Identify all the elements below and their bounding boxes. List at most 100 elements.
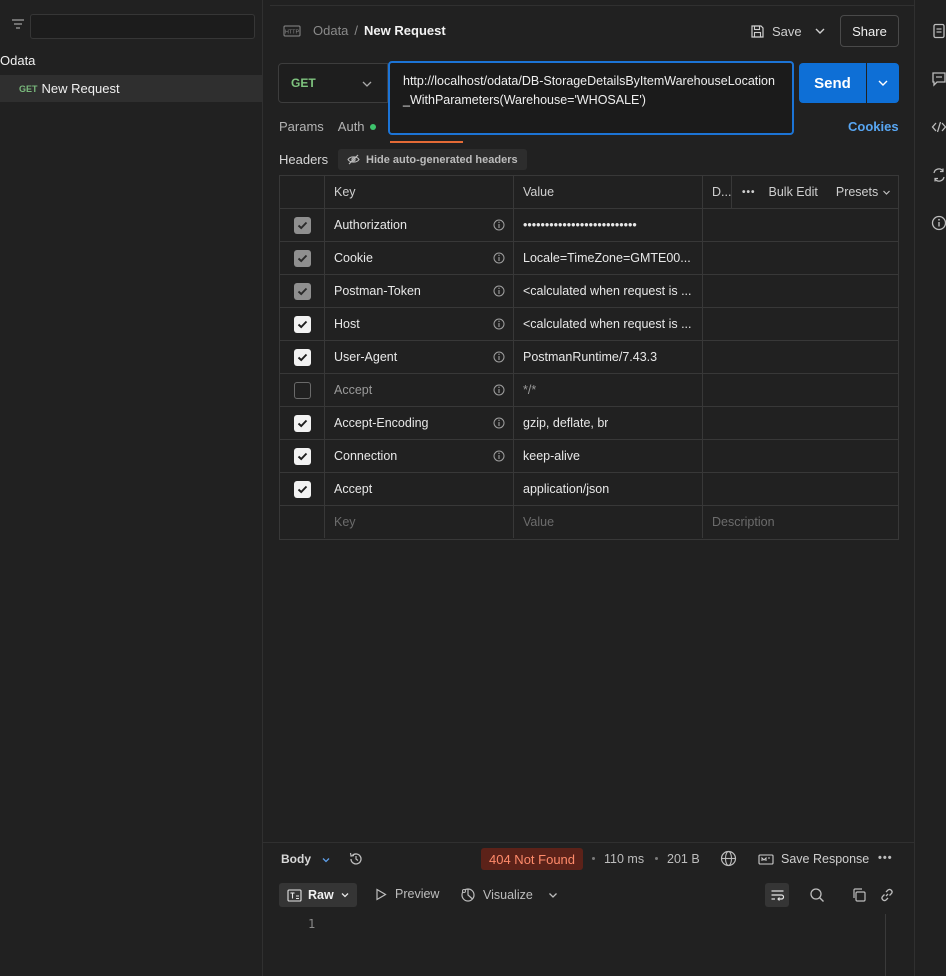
share-button[interactable]: Share [840,15,899,47]
header-key-cell[interactable]: Accept-Encoding [325,407,514,439]
tab-auth[interactable]: Auth [338,119,376,134]
bulk-edit-button[interactable]: Bulk Edit [769,185,818,199]
info-icon[interactable] [493,318,505,330]
header-key-cell[interactable]: Authorization [325,209,514,241]
documentation-icon[interactable] [931,23,946,39]
new-description-input[interactable]: Description [703,506,899,538]
header-key: Connection [334,449,398,463]
header-description-cell[interactable] [703,374,899,406]
row-checkbox-cell [280,374,325,406]
header-description-cell[interactable] [703,473,899,505]
header-value-cell[interactable]: */* [514,374,703,406]
code-icon[interactable] [931,119,946,135]
globe-icon[interactable] [720,850,737,867]
hide-auto-generated-headers-button[interactable]: Hide auto-generated headers [338,149,527,170]
save-response-button[interactable]: Save Response [758,852,869,866]
comments-icon[interactable] [931,71,946,87]
history-icon[interactable] [348,851,364,867]
header-enable-checkbox[interactable] [293,348,311,366]
tab-params[interactable]: Params [279,119,324,134]
request-tabs: Params Auth [279,119,390,134]
send-button[interactable]: Send [799,63,866,103]
header-value-cell[interactable]: <calculated when request is ... [514,308,703,340]
info-icon[interactable] [493,417,505,429]
response-time[interactable]: 110 ms [604,852,644,866]
header-enable-checkbox[interactable] [293,414,311,432]
cookies-link[interactable]: Cookies [848,119,899,134]
sidebar-request-item[interactable]: GET New Request [0,75,262,102]
send-options-button[interactable] [867,63,899,103]
header-description-cell[interactable] [703,341,899,373]
breadcrumb-collection[interactable]: Odata [313,23,348,38]
chevron-down-icon[interactable] [321,855,331,865]
header-key-cell[interactable]: Accept [325,473,514,505]
info-icon[interactable] [493,219,505,231]
request-name: New Request [41,81,120,96]
collection-name[interactable]: Odata [0,53,35,68]
header-description-cell[interactable] [703,407,899,439]
more-options-icon[interactable]: ••• [878,852,893,864]
header-enable-checkbox[interactable] [293,249,311,267]
info-icon[interactable] [493,450,505,462]
row-checkbox-cell [280,341,325,373]
related-collections-icon[interactable] [931,167,946,183]
info-icon[interactable] [493,285,505,297]
more-options-icon[interactable]: ••• [742,187,756,198]
tab-body[interactable]: Body [281,852,311,866]
separator-dot [655,857,658,860]
sidebar-search-input[interactable] [30,14,255,39]
header-description-cell[interactable] [703,242,899,274]
status-badge[interactable]: 404 Not Found [481,848,584,870]
info-icon[interactable] [931,215,946,231]
header-value-cell[interactable]: gzip, deflate, br [514,407,703,439]
header-key-cell[interactable]: Connection [325,440,514,472]
wrap-lines-button[interactable] [765,883,789,907]
page-title[interactable]: New Request [364,23,446,38]
header-value-cell[interactable]: Locale=TimeZone=GMTE00... [514,242,703,274]
raw-format-dropdown[interactable]: Raw [279,883,357,907]
search-icon[interactable] [809,887,825,903]
presets-dropdown[interactable]: Presets [836,185,891,199]
auth-status-dot [369,123,376,130]
url-input[interactable]: http://localhost/odata/DB-StorageDetails… [388,61,794,135]
visualize-button[interactable]: Visualize [460,887,533,903]
header-enable-checkbox[interactable] [293,216,311,234]
header-key-cell[interactable]: Postman-Token [325,275,514,307]
preview-button[interactable]: Preview [375,887,439,901]
header-enable-checkbox[interactable] [293,282,311,300]
editor-scrollbar[interactable] [885,914,886,976]
header-description-cell[interactable] [703,440,899,472]
header-value-cell[interactable]: <calculated when request is ... [514,275,703,307]
response-size[interactable]: 201 B [667,852,700,866]
copy-icon[interactable] [851,887,867,903]
info-icon[interactable] [493,351,505,363]
save-button[interactable]: Save [750,20,802,42]
info-icon[interactable] [493,384,505,396]
link-icon[interactable] [879,887,895,903]
header-value-cell[interactable]: •••••••••••••••••••••••••• [514,209,703,241]
header-enable-checkbox[interactable] [293,315,311,333]
filter-icon[interactable] [10,18,26,32]
header-key-cell[interactable]: User-Agent [325,341,514,373]
svg-text:HTTP: HTTP [285,30,300,36]
new-key-input[interactable]: Key [325,506,514,538]
header-description-cell[interactable] [703,209,899,241]
header-description-cell[interactable] [703,308,899,340]
header-key-cell[interactable]: Cookie [325,242,514,274]
info-icon[interactable] [493,252,505,264]
header-enable-checkbox[interactable] [293,381,311,399]
chevron-down-icon[interactable] [547,889,559,901]
save-options-chevron-down-icon[interactable] [813,24,827,38]
method-select[interactable]: GET [278,63,388,103]
header-description-cell[interactable] [703,275,899,307]
header-enable-checkbox[interactable] [293,447,311,465]
header-value-cell[interactable]: PostmanRuntime/7.43.3 [514,341,703,373]
header-key-cell[interactable]: Host [325,308,514,340]
new-value-input[interactable]: Value [514,506,703,538]
header-value-cell[interactable]: keep-alive [514,440,703,472]
separator-dot [592,857,595,860]
header-value-cell[interactable]: application/json [514,473,703,505]
header-enable-checkbox[interactable] [293,480,311,498]
table-row: Postman-Token <calculated when request is… [280,275,898,308]
header-key-cell[interactable]: Accept [325,374,514,406]
